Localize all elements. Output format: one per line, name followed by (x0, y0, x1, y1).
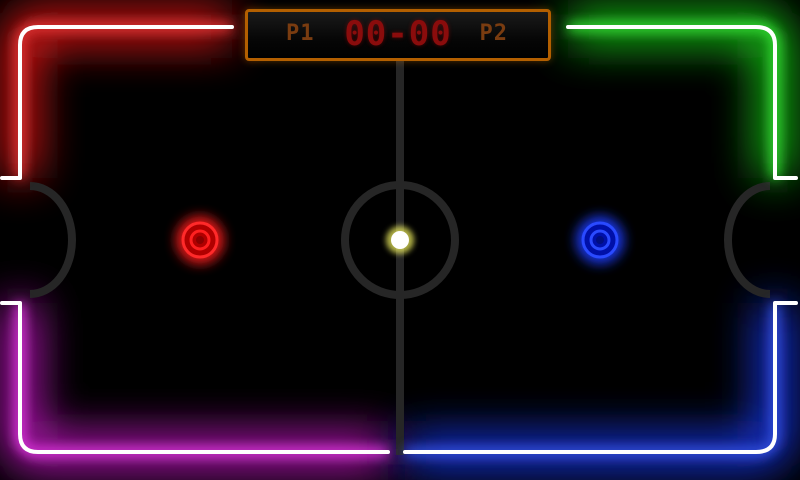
player1-label: P1 (286, 21, 315, 46)
blue-mallet-icon[interactable] (576, 216, 624, 264)
score-display: 00-00 (344, 14, 452, 54)
bottom-right-glow (405, 303, 792, 469)
bottom-left-glow (3, 303, 388, 469)
wall-bottom-right (403, 301, 798, 454)
air-hockey-table[interactable]: P1 00-00 P2 (0, 0, 800, 480)
wall-bottom-left (0, 301, 390, 454)
scoreboard: P1 00-00 P2 (245, 9, 551, 61)
top-right-glow (568, 9, 792, 178)
player2-label: P2 (479, 21, 508, 46)
left-goal-crease (29, 182, 76, 298)
playfield[interactable] (0, 0, 800, 480)
field-markings (29, 60, 771, 455)
red-mallet-icon[interactable] (176, 216, 224, 264)
right-goal-crease (724, 182, 771, 298)
puck-icon[interactable] (386, 226, 414, 254)
top-left-glow (3, 10, 232, 178)
